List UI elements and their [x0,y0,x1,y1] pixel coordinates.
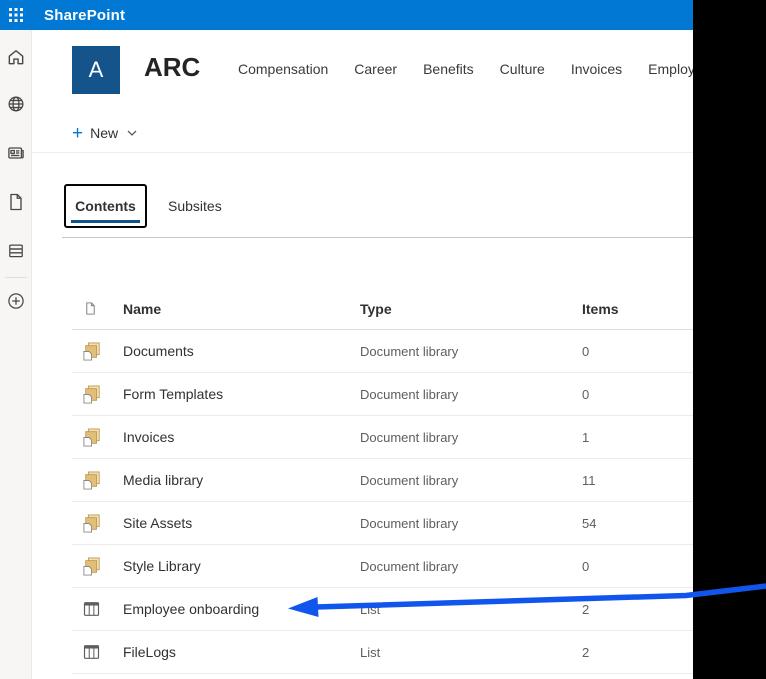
nav-item-career[interactable]: Career [354,61,397,77]
news-icon[interactable] [6,143,26,163]
cropped-black-region [693,0,766,679]
nav-item-benefits[interactable]: Benefits [423,61,474,77]
tab-contents[interactable]: Contents [64,184,147,228]
tabs-divider [62,237,693,238]
document-library-icon [72,342,123,361]
document-library-icon [72,385,123,404]
new-button-label: New [90,125,118,141]
main-content: A ARC Compensation Career Benefits Cultu… [32,30,693,679]
table-row[interactable]: Documents Document library 0 [72,330,693,373]
app-launcher-button[interactable] [0,0,32,30]
file-type-column-icon [72,300,123,317]
column-header-name[interactable]: Name [123,301,360,317]
nav-item-compensation[interactable]: Compensation [238,61,328,77]
document-library-icon [72,428,123,447]
table-row[interactable]: Form Templates Document library 0 [72,373,693,416]
document-library-icon [72,471,123,490]
table-row[interactable]: Site Assets Document library 54 [72,502,693,545]
new-button[interactable]: + New [72,122,137,144]
site-logo[interactable]: A [72,46,120,94]
tab-contents-label: Contents [75,198,136,214]
nav-item-culture[interactable]: Culture [500,61,545,77]
column-header-type[interactable]: Type [360,301,582,317]
table-row[interactable]: Employee onboarding List 2 [72,588,693,631]
selected-tab-underline [71,220,140,223]
column-header-items[interactable]: Items [582,301,693,317]
site-navigation: Compensation Career Benefits Culture Inv… [238,61,717,77]
table-row[interactable]: Media library Document library 11 [72,459,693,502]
document-icon[interactable] [6,192,26,212]
globe-icon[interactable] [6,94,26,114]
tab-subsites[interactable]: Subsites [168,184,222,228]
table-header-row: Name Type Items [72,288,693,330]
create-site-icon[interactable] [6,291,26,311]
table-row[interactable]: Style Library Document library 0 [72,545,693,588]
left-app-rail [0,30,32,679]
document-library-icon [72,557,123,576]
table-row[interactable]: Invoices Document library 1 [72,416,693,459]
document-library-icon [72,514,123,533]
list-icon [72,601,123,617]
table-row[interactable]: FileLogs List 2 [72,631,693,674]
chevron-down-icon [127,130,137,136]
list-icon [72,644,123,660]
command-bar-divider [32,152,693,153]
suite-header-bar: SharePoint [0,0,693,30]
plus-icon: + [72,124,83,143]
rail-divider [5,277,27,278]
home-icon[interactable] [6,47,26,67]
waffle-icon [8,7,24,23]
lists-icon[interactable] [6,241,26,261]
site-title[interactable]: ARC [144,52,200,83]
sharepoint-site-contents-page: SharePoint [0,0,766,679]
site-contents-table: Name Type Items Documents Document libra… [72,288,693,674]
suite-title: SharePoint [44,7,125,24]
nav-item-invoices[interactable]: Invoices [571,61,622,77]
